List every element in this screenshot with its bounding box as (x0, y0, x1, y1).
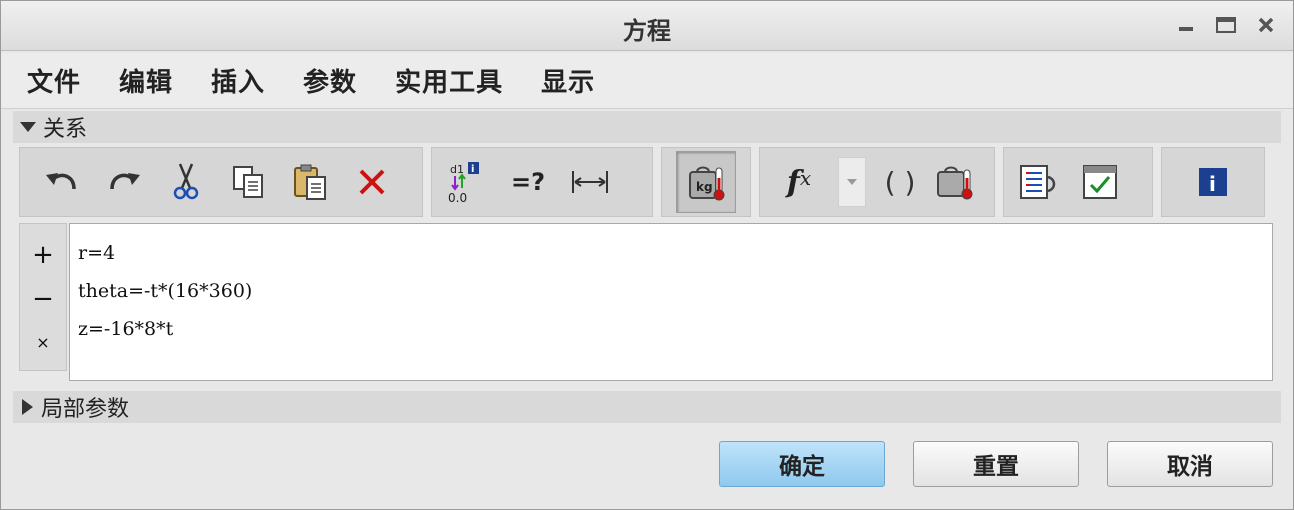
function-label: f (786, 164, 800, 200)
relations-section-header[interactable]: 关系 (13, 111, 1281, 143)
edit-toolbar-group (19, 147, 423, 217)
svg-text:kg: kg (696, 180, 713, 194)
chevron-down-icon (20, 122, 36, 132)
close-icon[interactable] (1253, 11, 1279, 39)
ok-button[interactable]: 确定 (719, 441, 885, 487)
relations-section-label: 关系 (43, 117, 88, 142)
units-sensitive-icon[interactable]: kg (676, 151, 736, 213)
equation-dialog: 方程 文件 编辑 插入 参数 实用工具 显示 关系 d1 i 0.0 =? kg… (0, 0, 1294, 510)
dimension-icon[interactable] (570, 160, 610, 204)
relation-line[interactable]: r=4 (78, 234, 1264, 272)
relation-line[interactable]: z=-16*8*t (78, 310, 1264, 348)
function-sup: x (799, 166, 812, 190)
sort-relations-icon[interactable] (1018, 160, 1058, 204)
info-icon[interactable]: i (1193, 160, 1233, 204)
local-parameters-section-header[interactable]: 局部参数 (13, 391, 1281, 423)
clear-relations-button[interactable]: × (26, 326, 60, 360)
info-label: i (1209, 172, 1216, 196)
menu-parameters[interactable]: 参数 (303, 62, 357, 99)
add-relation-button[interactable]: + (26, 238, 60, 272)
menu-file[interactable]: 文件 (27, 62, 81, 99)
switch-dimensions-icon[interactable]: d1 i 0.0 (446, 160, 486, 204)
svg-text:0.0: 0.0 (448, 191, 467, 204)
dialog-buttons: 确定 重置 取消 (1, 441, 1293, 491)
reset-button[interactable]: 重置 (913, 441, 1079, 487)
local-parameters-label: 局部参数 (41, 397, 130, 422)
svg-text:i: i (471, 164, 474, 175)
evaluate-icon[interactable]: =? (508, 160, 548, 204)
parentheses-label: ( ) (884, 165, 916, 199)
redo-icon[interactable] (104, 160, 144, 204)
menu-edit[interactable]: 编辑 (119, 62, 173, 99)
relations-editor-area: + − × r=4 theta=-t*(16*360) z=-16*8*t (19, 223, 1273, 381)
cancel-button[interactable]: 取消 (1107, 441, 1273, 487)
relations-toolbar: d1 i 0.0 =? kg f x () i (19, 147, 1269, 217)
cut-icon[interactable] (166, 160, 206, 204)
units-toolbar-group: kg (661, 147, 751, 217)
insert-function-icon[interactable]: f x (774, 160, 824, 204)
window-title: 方程 (623, 17, 671, 45)
paste-icon[interactable] (290, 160, 330, 204)
menu-utilities[interactable]: 实用工具 (395, 62, 503, 99)
verify-toolbar-group (1003, 147, 1153, 217)
chevron-right-icon (22, 399, 33, 415)
parentheses-icon[interactable]: ( ) (880, 160, 920, 204)
remove-relation-button[interactable]: − (26, 282, 60, 316)
function-toolbar-group: f x ( ) (759, 147, 995, 217)
evaluate-label: =? (510, 168, 546, 196)
chevron-down-icon (847, 179, 857, 185)
editor-side-buttons: + − × (19, 223, 67, 371)
function-dropdown[interactable] (838, 157, 866, 207)
maximize-icon[interactable] (1213, 11, 1239, 39)
minimize-icon[interactable] (1173, 11, 1199, 39)
title-bar[interactable]: 方程 (1, 1, 1293, 51)
dimension-toolbar-group: d1 i 0.0 =? (431, 147, 653, 217)
menu-bar: 文件 编辑 插入 参数 实用工具 显示 (1, 53, 1293, 109)
copy-icon[interactable] (228, 160, 268, 204)
info-toolbar-group: i (1161, 147, 1265, 217)
menu-display[interactable]: 显示 (541, 62, 595, 99)
units-parameter-icon[interactable] (934, 160, 974, 204)
undo-icon[interactable] (42, 160, 82, 204)
window-controls (1173, 11, 1279, 39)
menu-insert[interactable]: 插入 (211, 62, 265, 99)
delete-icon[interactable] (352, 160, 392, 204)
verify-relations-icon[interactable] (1080, 160, 1120, 204)
relations-text-editor[interactable]: r=4 theta=-t*(16*360) z=-16*8*t (69, 223, 1273, 381)
relation-line[interactable]: theta=-t*(16*360) (78, 272, 1264, 310)
